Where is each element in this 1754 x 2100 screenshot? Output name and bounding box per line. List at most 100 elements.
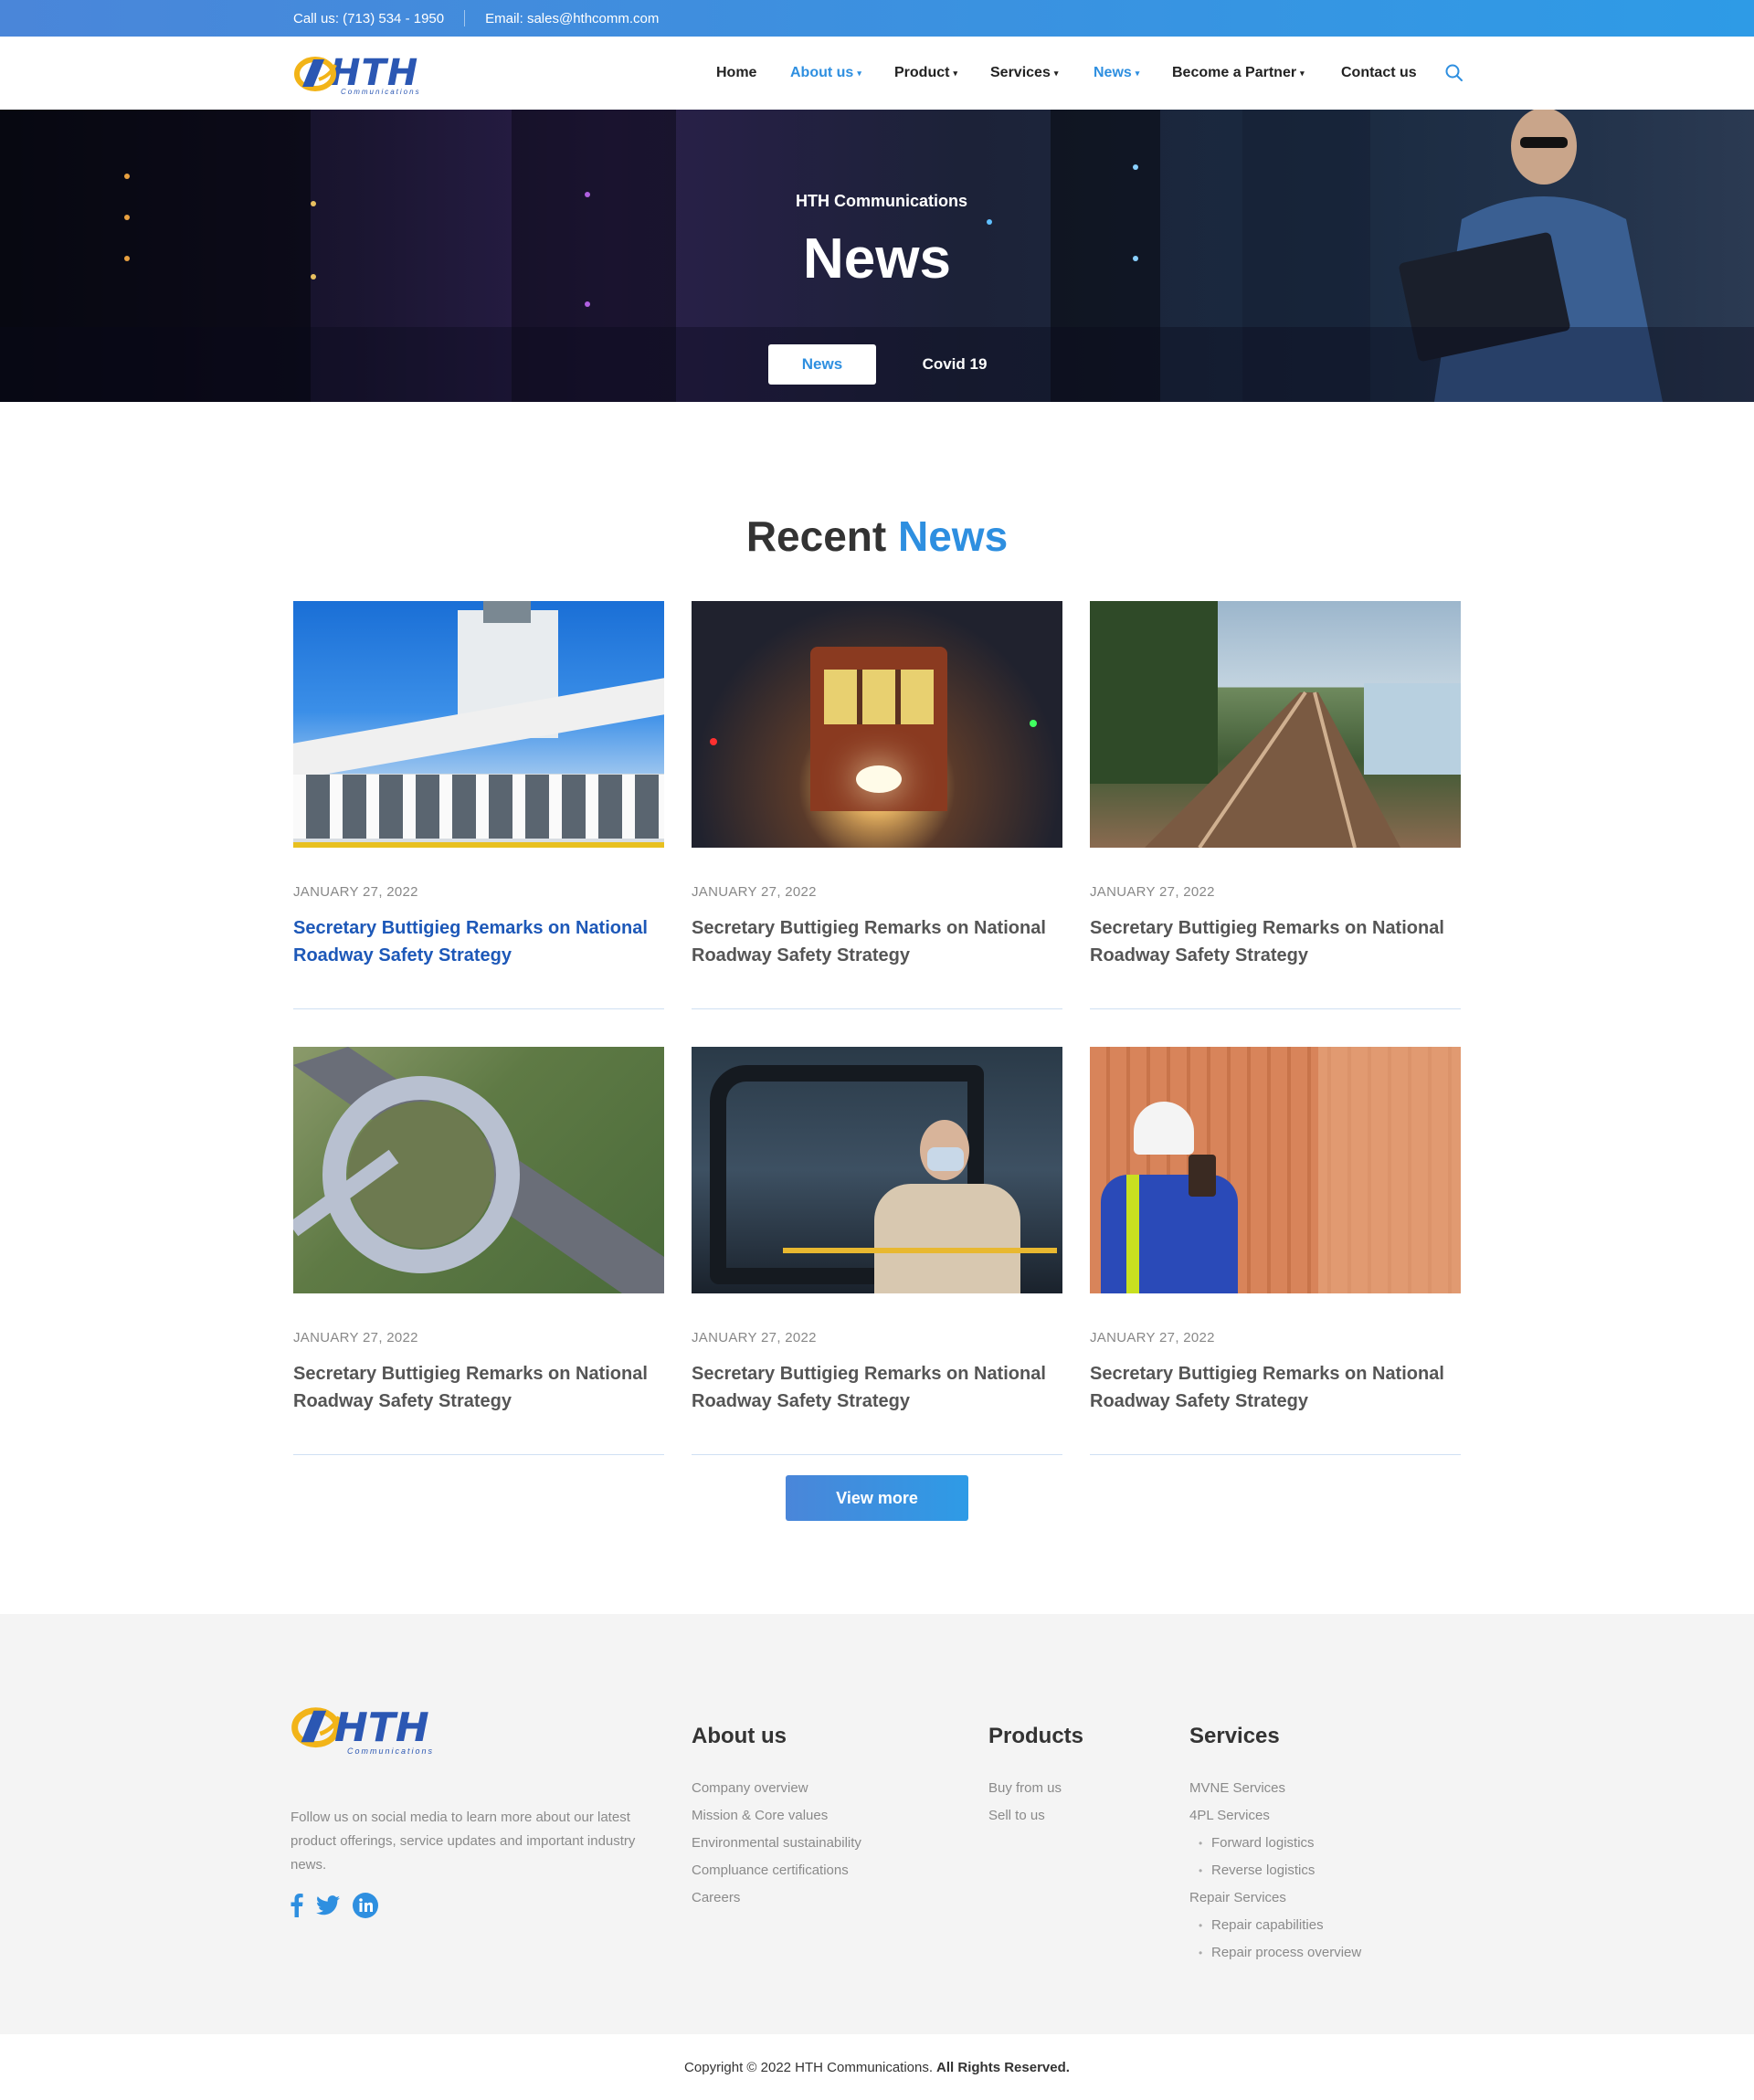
led-light: [124, 215, 130, 220]
copyright-bar: Copyright © 2022 HTH Communications. All…: [0, 2034, 1754, 2100]
cable-car-night-image[interactable]: [692, 601, 1062, 848]
divider: [464, 10, 466, 26]
railway-bridge-image[interactable]: [1090, 601, 1461, 848]
terminal-columns: [293, 775, 664, 839]
train-tracks: [1145, 691, 1400, 848]
tab-news[interactable]: News: [768, 344, 876, 385]
news-title-link[interactable]: Secretary Buttigieg Remarks on National …: [1090, 1360, 1461, 1415]
tower-top: [483, 601, 531, 623]
footer-about-text: Follow us on social media to learn more …: [291, 1810, 636, 1873]
footer-heading: About us: [692, 1724, 787, 1748]
driver-body: [874, 1184, 1020, 1293]
news-card[interactable]: JANUARY 27, 2022 Secretary Buttigieg Rem…: [293, 1047, 664, 1455]
search-icon[interactable]: [1443, 62, 1465, 84]
news-title-link[interactable]: Secretary Buttigieg Remarks on National …: [1090, 914, 1461, 969]
nav-news[interactable]: News ▾: [1094, 37, 1139, 110]
footer-link[interactable]: Sell to us: [988, 1802, 1083, 1830]
masked-driver-image[interactable]: [692, 1047, 1062, 1293]
traffic-light: [1030, 720, 1037, 727]
recent-news-heading: Recent News: [745, 512, 1009, 560]
logo-wordmark: HTH: [334, 1704, 429, 1751]
nav-services[interactable]: Services ▾: [990, 37, 1058, 110]
news-date: JANUARY 27, 2022: [692, 1330, 817, 1345]
twitter-icon[interactable]: [316, 1895, 340, 1915]
footer-sub-link[interactable]: Repair process overview: [1189, 1939, 1361, 1967]
led-light: [987, 219, 992, 225]
nav-home[interactable]: Home: [716, 37, 756, 110]
news-title-link[interactable]: Secretary Buttigieg Remarks on National …: [692, 914, 1062, 969]
tab-covid-19[interactable]: Covid 19: [904, 344, 1005, 385]
footer-link[interactable]: Buy from us: [988, 1775, 1083, 1802]
face-mask: [927, 1147, 964, 1171]
card-divider: [1090, 1008, 1461, 1009]
card-divider: [692, 1008, 1062, 1009]
email-link[interactable]: Email: sales@hthcomm.com: [485, 11, 659, 26]
chevron-down-icon: ▾: [1300, 68, 1305, 78]
footer-link[interactable]: 4PL Services: [1189, 1802, 1361, 1830]
news-card[interactable]: JANUARY 27, 2022 Secretary Buttigieg Rem…: [692, 1047, 1062, 1455]
footer-link[interactable]: Company overview: [692, 1775, 861, 1802]
rights-reserved-text: All Rights Reserved.: [936, 2059, 1070, 2075]
facebook-icon[interactable]: [291, 1894, 303, 1917]
chevron-down-icon: ▾: [953, 68, 957, 78]
nav-about-us[interactable]: About us ▾: [790, 37, 861, 110]
footer-link[interactable]: Mission & Core values: [692, 1802, 861, 1830]
chevron-down-icon: ▾: [1135, 68, 1140, 78]
news-date: JANUARY 27, 2022: [1090, 1330, 1215, 1345]
news-title-link[interactable]: Secretary Buttigieg Remarks on National …: [293, 1360, 664, 1415]
news-date: JANUARY 27, 2022: [293, 884, 418, 900]
footer-link[interactable]: MVNE Services: [1189, 1775, 1361, 1802]
footer-about-column: About us Company overview Mission & Core…: [692, 1724, 861, 1912]
footer-link[interactable]: Careers: [692, 1884, 861, 1912]
footer-link[interactable]: Repair Services: [1189, 1884, 1361, 1912]
news-title-link[interactable]: Secretary Buttigieg Remarks on National …: [293, 914, 664, 969]
hard-hat: [1134, 1102, 1194, 1155]
card-divider: [692, 1454, 1062, 1455]
card-divider: [293, 1008, 664, 1009]
hero-tab-band: [0, 327, 1754, 402]
footer-services-column: Services MVNE Services 4PL Services Forw…: [1189, 1724, 1361, 1967]
traffic-light: [710, 738, 717, 745]
news-card[interactable]: JANUARY 27, 2022 Secretary Buttigieg Rem…: [293, 601, 664, 1009]
footer-sub-link[interactable]: Reverse logistics: [1189, 1857, 1361, 1884]
news-date: JANUARY 27, 2022: [692, 884, 817, 900]
led-light: [124, 174, 130, 179]
highway-roundabout-image[interactable]: [293, 1047, 664, 1293]
news-card[interactable]: JANUARY 27, 2022 Secretary Buttigieg Rem…: [1090, 1047, 1461, 1455]
container-worker-image[interactable]: [1090, 1047, 1461, 1293]
logo-tagline: Communications: [347, 1746, 435, 1756]
linkedin-icon[interactable]: [353, 1893, 378, 1918]
news-date: JANUARY 27, 2022: [1090, 884, 1215, 900]
nav-contact-us[interactable]: Contact us: [1341, 37, 1417, 110]
news-date: JANUARY 27, 2022: [293, 1330, 418, 1345]
view-more-button[interactable]: View more: [786, 1475, 968, 1521]
worker-jacket: [1101, 1175, 1238, 1293]
top-contact-bar: Call us: (713) 534 - 1950 Email: sales@h…: [0, 0, 1754, 37]
footer-sub-link[interactable]: Repair capabilities: [1189, 1912, 1361, 1939]
led-light: [1133, 164, 1138, 170]
footer-sub-link[interactable]: Forward logistics: [1189, 1830, 1361, 1857]
nav-product[interactable]: Product ▾: [894, 37, 957, 110]
roundabout-roads: [293, 1047, 664, 1293]
footer-heading: Services: [1189, 1724, 1280, 1748]
card-divider: [1090, 1454, 1461, 1455]
card-divider: [293, 1454, 664, 1455]
footer-products-column: Products Buy from us Sell to us: [988, 1724, 1083, 1830]
site-footer: HTH Communications Follow us on social m…: [0, 1614, 1754, 2034]
nav-become-partner[interactable]: Become a Partner ▾: [1172, 37, 1305, 110]
steering-rail: [783, 1248, 1057, 1253]
headlight: [856, 765, 902, 793]
led-light: [585, 301, 590, 307]
news-title-link[interactable]: Secretary Buttigieg Remarks on National …: [692, 1360, 1062, 1415]
main-nav: Home About us ▾ Product ▾ Services ▾ News ▾ …: [0, 37, 1754, 110]
cable-car-windows: [824, 670, 934, 724]
footer-link[interactable]: Compluance certifications: [692, 1857, 861, 1884]
news-card[interactable]: JANUARY 27, 2022 Secretary Buttigieg Rem…: [692, 601, 1062, 1009]
footer-link[interactable]: Environmental sustainability: [692, 1830, 861, 1857]
footer-logo[interactable]: HTH Communications: [291, 1701, 473, 1756]
airport-terminal-image[interactable]: [293, 601, 664, 848]
news-card[interactable]: JANUARY 27, 2022 Secretary Buttigieg Rem…: [1090, 601, 1461, 1009]
copyright-text: Copyright © 2022 HTH Communications.: [684, 2059, 934, 2075]
safety-vest-stripe: [1126, 1175, 1139, 1293]
phone-link[interactable]: Call us: (713) 534 - 1950: [293, 11, 444, 26]
